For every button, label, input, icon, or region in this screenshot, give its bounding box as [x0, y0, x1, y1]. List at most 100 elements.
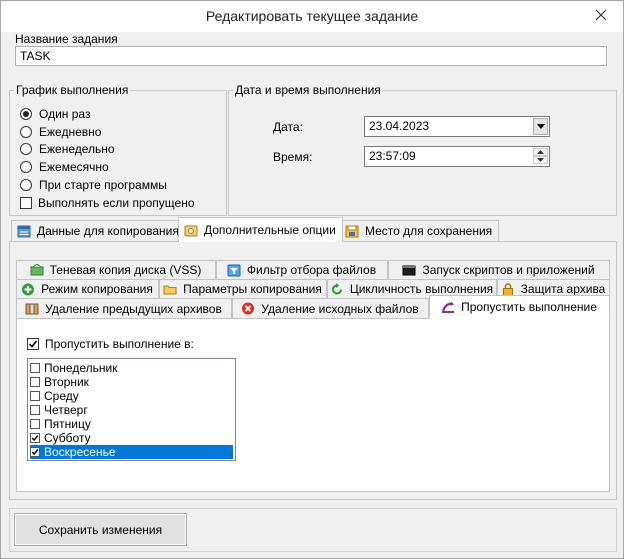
day-label-sunday: Воскресенье: [44, 445, 116, 459]
day-label-thursday: Четверг: [44, 403, 88, 417]
tab-additional-options[interactable]: Дополнительные опции: [178, 217, 343, 242]
day-label-monday: Понедельник: [44, 361, 118, 375]
day-item-saturday[interactable]: Субботу: [30, 431, 233, 445]
radio-once-label: Один раз: [39, 107, 91, 121]
check-icon: [31, 435, 39, 442]
radio-monthly-indicator[interactable]: [20, 161, 32, 173]
tab-additional-options-label: Дополнительные опции: [204, 223, 336, 237]
save-location-icon: [345, 225, 359, 237]
schedule-group-title: График выполнения: [14, 83, 131, 97]
plus-icon: [22, 283, 35, 295]
tab-copy-data-label: Данные для копирования: [37, 224, 179, 238]
run-if-missed-checkbox[interactable]: Выполнять если пропущено: [20, 196, 195, 210]
time-spinner[interactable]: [533, 148, 548, 165]
task-name-input[interactable]: TASK: [15, 46, 607, 66]
task-name-label: Название задания: [13, 32, 120, 46]
subtab-copy-params[interactable]: Параметры копирования: [159, 279, 327, 298]
window-title: Редактировать текущее задание: [205, 8, 419, 24]
date-dropdown-button[interactable]: [533, 118, 548, 135]
day-item-friday[interactable]: Пятницу: [30, 417, 233, 431]
radio-monthly-label: Ежемесячно: [39, 160, 109, 174]
subtab-delete-previous-archives-label: Удаление предыдущих архивов: [45, 301, 222, 316]
day-item-wednesday[interactable]: Среду: [30, 389, 233, 403]
cycle-icon: [331, 282, 342, 295]
day-label-saturday: Субботу: [44, 431, 91, 445]
run-if-missed-label: Выполнять если пропущено: [38, 196, 195, 210]
radio-weekly-indicator[interactable]: [20, 143, 32, 155]
day-item-thursday[interactable]: Четверг: [30, 403, 233, 417]
radio-daily-label: Ежедневно: [39, 125, 102, 139]
subtab-copy-mode[interactable]: Режим копирования: [16, 279, 159, 298]
date-label: Дата:: [273, 120, 303, 134]
day-checkbox-sunday[interactable]: [30, 447, 40, 457]
radio-once[interactable]: Один раз: [20, 107, 90, 121]
subtab-file-filter-label: Фильтр отбора файлов: [246, 263, 377, 277]
day-label-wednesday: Среду: [44, 389, 79, 403]
subtab-delete-previous-archives[interactable]: Удаление предыдущих архивов: [16, 298, 232, 318]
options-icon: [184, 225, 198, 236]
day-checkbox-thursday[interactable]: [30, 405, 40, 415]
subtab-skip-execution[interactable]: Пропустить выполнение: [429, 295, 610, 319]
day-checkbox-saturday[interactable]: [30, 433, 40, 443]
skip-days-list[interactable]: Понедельник Вторник Среду Четверг Пятниц…: [27, 358, 236, 461]
spin-down-icon: [537, 158, 544, 162]
subtab-delete-source-files-label: Удаление исходных файлов: [261, 301, 419, 316]
radio-once-indicator[interactable]: [20, 108, 32, 120]
time-spin-up[interactable]: [533, 148, 548, 156]
subtab-cyclicity-label: Цикличность выполнения: [349, 282, 494, 296]
subtab-skip-execution-label: Пропустить выполнение: [461, 300, 597, 314]
radio-daily[interactable]: Ежедневно: [20, 125, 101, 139]
day-label-friday: Пятницу: [44, 417, 91, 431]
day-checkbox-friday[interactable]: [30, 419, 40, 429]
subtab-delete-source-files[interactable]: Удаление исходных файлов: [232, 298, 429, 318]
archive-icon: [25, 303, 39, 315]
data-icon: [17, 225, 31, 237]
datetime-group-title: Дата и время выполнения: [233, 83, 383, 97]
skip-execution-checkbox[interactable]: Пропустить выполнение в:: [27, 337, 194, 351]
subtab-copy-params-label: Параметры копирования: [183, 282, 322, 296]
edit-task-window: Редактировать текущее задание Название з…: [0, 0, 624, 559]
subtab-vss-label: Теневая копия диска (VSS): [49, 263, 202, 277]
day-item-monday[interactable]: Понедельник: [30, 361, 233, 375]
vss-icon: [30, 263, 44, 275]
save-changes-button[interactable]: Сохранить изменения: [14, 513, 187, 546]
time-spin-down[interactable]: [533, 156, 548, 164]
day-checkbox-tuesday[interactable]: [30, 377, 40, 387]
lock-icon: [502, 282, 513, 296]
check-icon: [28, 340, 38, 348]
skip-execution-label: Пропустить выполнение в:: [45, 337, 194, 351]
subtab-copy-mode-label: Режим копирования: [41, 282, 153, 296]
date-value: 23.04.2023: [369, 119, 430, 133]
subtab-file-filter[interactable]: Фильтр отбора файлов: [216, 260, 388, 279]
close-icon: [595, 9, 607, 21]
console-icon: [402, 265, 416, 275]
subtab-run-scripts[interactable]: Запуск скриптов и приложений: [388, 260, 610, 279]
filter-icon: [227, 264, 241, 276]
day-item-sunday[interactable]: Воскресенье: [30, 445, 233, 459]
run-if-missed-indicator[interactable]: [20, 197, 32, 209]
skip-icon: [442, 301, 455, 313]
day-checkbox-wednesday[interactable]: [30, 391, 40, 401]
radio-monthly[interactable]: Ежемесячно: [20, 160, 109, 174]
radio-on-startup[interactable]: При старте программы: [20, 178, 167, 192]
date-picker[interactable]: 23.04.2023: [364, 116, 550, 137]
day-checkbox-monday[interactable]: [30, 363, 40, 373]
radio-weekly-label: Еженедельно: [39, 142, 115, 156]
radio-weekly[interactable]: Еженедельно: [20, 142, 115, 156]
close-button[interactable]: [587, 4, 615, 26]
radio-daily-indicator[interactable]: [20, 126, 32, 138]
time-picker[interactable]: 23:57:09: [364, 146, 550, 167]
skip-execution-indicator[interactable]: [27, 338, 39, 350]
tab-copy-data[interactable]: Данные для копирования: [11, 220, 186, 241]
tab-save-location-label: Место для сохранения: [365, 224, 493, 238]
time-label: Время:: [273, 150, 313, 164]
radio-on-startup-indicator[interactable]: [20, 179, 32, 191]
delete-icon: [242, 302, 255, 315]
subtab-vss[interactable]: Теневая копия диска (VSS): [16, 260, 216, 279]
tab-save-location[interactable]: Место для сохранения: [339, 220, 500, 241]
subtab-run-scripts-label: Запуск скриптов и приложений: [422, 263, 595, 277]
folder-icon: [163, 285, 177, 294]
check-icon: [31, 449, 39, 456]
day-item-tuesday[interactable]: Вторник: [30, 375, 233, 389]
subtab-archive-protection-label: Защита архива: [520, 282, 606, 296]
